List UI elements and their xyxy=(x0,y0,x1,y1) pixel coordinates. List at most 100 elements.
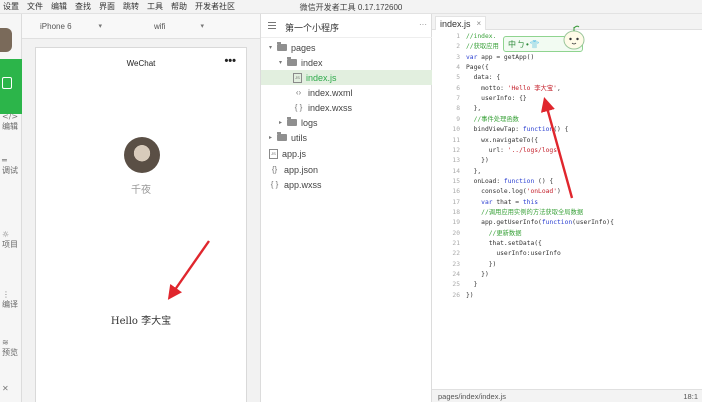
toolbar-item[interactable]: ═ 调试 xyxy=(0,156,22,176)
toolbar-item[interactable]: ⋮ 编译 xyxy=(0,290,22,310)
phone-screen: WeChat ••• 千夜 Hello 李大宝 xyxy=(35,47,247,402)
code-token: () { xyxy=(553,126,569,134)
code-line: 16 console.log('onLoad') xyxy=(432,187,702,197)
code-token: motto: xyxy=(466,84,508,92)
code-token: onLoad: xyxy=(466,177,504,185)
menu-item[interactable]: 文件 xyxy=(27,1,43,12)
user-avatar[interactable] xyxy=(0,28,12,52)
network-select[interactable]: wifi ▾ xyxy=(154,22,204,31)
code-content: }) xyxy=(466,260,497,270)
menu-item[interactable]: 跳转 xyxy=(123,1,139,12)
toolbar-item[interactable]: ☼ 项目 xyxy=(0,230,22,250)
toolbar-item[interactable]: ≋ 预览 xyxy=(0,338,22,358)
tree-node-app-wxss[interactable]: { } app.wxss xyxy=(269,177,322,192)
user-avatar-image[interactable] xyxy=(124,137,160,173)
file-path: pages/index/index.js xyxy=(438,392,506,401)
menu-bar: 设置 文件 编辑 查找 界面 跳转 工具 帮助 开发者社区 xyxy=(0,0,702,14)
tree-node-utils[interactable]: ▸ utils xyxy=(269,130,307,145)
expand-arrow-icon[interactable]: ▾ xyxy=(279,59,287,66)
line-number: 23 xyxy=(452,260,460,268)
code-content: } xyxy=(466,280,478,290)
code-token: app = getApp() xyxy=(477,53,535,61)
tree-node-app-json[interactable]: {} app.json xyxy=(269,162,318,177)
toolbar-item[interactable]: </> 编辑 xyxy=(0,112,22,132)
code-token: () { xyxy=(534,177,554,185)
line-number: 10 xyxy=(452,126,460,134)
more-options-icon[interactable]: ··· xyxy=(419,20,427,29)
menu-item[interactable]: 界面 xyxy=(99,1,115,12)
tab-index-js[interactable]: index.js × xyxy=(435,16,487,30)
toolbar-item-label: 编译 xyxy=(2,300,18,309)
code-token: (userInfo){ xyxy=(572,219,614,227)
code-token: }) xyxy=(466,260,497,268)
toolbar-item[interactable]: ✕ xyxy=(0,384,22,393)
tree-node-index-js[interactable]: JS index.js xyxy=(261,70,433,85)
tree-node-label: app.wxss xyxy=(284,179,322,190)
line-number: 24 xyxy=(452,271,460,279)
menu-item[interactable]: 帮助 xyxy=(171,1,187,12)
more-menu-icon[interactable]: ••• xyxy=(224,55,236,67)
tab-label: index.js xyxy=(440,18,471,29)
project-name: 第一个小程序 xyxy=(285,23,340,33)
menu-item[interactable]: 开发者社区 xyxy=(195,1,235,12)
code-token: Page({ xyxy=(466,64,489,72)
file-icon: { } xyxy=(270,180,279,189)
menu-item[interactable]: 设置 xyxy=(3,1,19,12)
code-content: }, xyxy=(466,167,482,177)
line-number: 22 xyxy=(452,250,460,258)
code-content: }, xyxy=(466,104,482,114)
menu-item[interactable]: 编辑 xyxy=(51,1,67,12)
tree-node-index[interactable]: ▾ index xyxy=(279,55,323,70)
editor-toolbar-button[interactable] xyxy=(0,59,22,114)
tree-node-label: app.json xyxy=(284,164,319,175)
expand-arrow-icon[interactable]: ▾ xyxy=(269,44,277,51)
code-line: 12 url: '../logs/logs' xyxy=(432,146,702,156)
code-token: //index. xyxy=(466,33,497,40)
menu-item[interactable]: 工具 xyxy=(147,1,163,12)
code-token: }) xyxy=(466,291,474,299)
code-token: wx.navigateTo({ xyxy=(466,136,539,144)
code-line: 8 }, xyxy=(432,104,702,114)
code-line: 22 userInfo:userInfo xyxy=(432,249,702,259)
device-select[interactable]: iPhone 6 ▾ xyxy=(40,22,110,31)
code-line: 15 onLoad: function () { xyxy=(432,177,702,187)
line-number: 3 xyxy=(456,53,460,61)
code-token: userInfo:userInfo xyxy=(466,250,561,258)
tree-node-pages[interactable]: ▾ pages xyxy=(269,40,316,55)
line-number: 17 xyxy=(452,198,460,206)
code-content: data: { xyxy=(466,73,501,83)
ime-toolbar[interactable]: 中ㄅ•👕 xyxy=(503,25,585,52)
tree-node-label: utils xyxy=(291,132,308,143)
code-token: //更新数据 xyxy=(466,229,522,237)
menu-icon[interactable] xyxy=(268,22,276,29)
line-number: 7 xyxy=(456,95,460,103)
code-content: //获取应用 xyxy=(466,42,499,52)
toolbar-item-icon: ═ xyxy=(2,156,7,165)
menu-item[interactable]: 查找 xyxy=(75,1,91,12)
expand-arrow-icon[interactable]: ▸ xyxy=(269,134,277,141)
code-content: //调用应用实例的方法获取全局数据 xyxy=(466,208,583,218)
tree-node-index-wxss[interactable]: { } index.wxss xyxy=(293,100,352,115)
file-tree: 第一个小程序 ··· ▾ pages ▾ index JS index.js ‹› index… xyxy=(260,14,433,402)
code-content: bindViewTap: function() { xyxy=(466,125,569,135)
code-token: '../logs/logs' xyxy=(507,146,561,154)
expand-arrow-icon[interactable]: ▸ xyxy=(279,119,287,126)
code-token: }, xyxy=(466,167,482,175)
tree-node-label: pages xyxy=(291,42,316,53)
code-line: 19 app.getUserInfo(function(userInfo){ xyxy=(432,218,702,228)
toolbar-item-icon: ✕ xyxy=(2,384,9,393)
tree-node-label: index.js xyxy=(306,72,337,83)
toolbar-item-label: 调试 xyxy=(2,166,18,175)
chevron-down-icon: ▾ xyxy=(98,22,102,30)
folder-icon xyxy=(277,132,287,141)
code-token: //获取应用 xyxy=(466,43,499,51)
code-line: 18 //调用应用实例的方法获取全局数据 xyxy=(432,208,702,218)
code-content: console.log('onLoad') xyxy=(466,187,561,197)
tree-node-index-wxml[interactable]: ‹› index.wxml xyxy=(293,85,353,100)
tree-node-logs[interactable]: ▸ logs xyxy=(279,115,318,130)
code-token: this xyxy=(522,198,539,206)
line-number: 5 xyxy=(456,74,460,82)
tree-node-app-js[interactable]: JS app.js xyxy=(269,146,306,161)
toolbar-item-icon: ⋮ xyxy=(2,290,10,299)
close-icon[interactable]: × xyxy=(477,19,482,28)
